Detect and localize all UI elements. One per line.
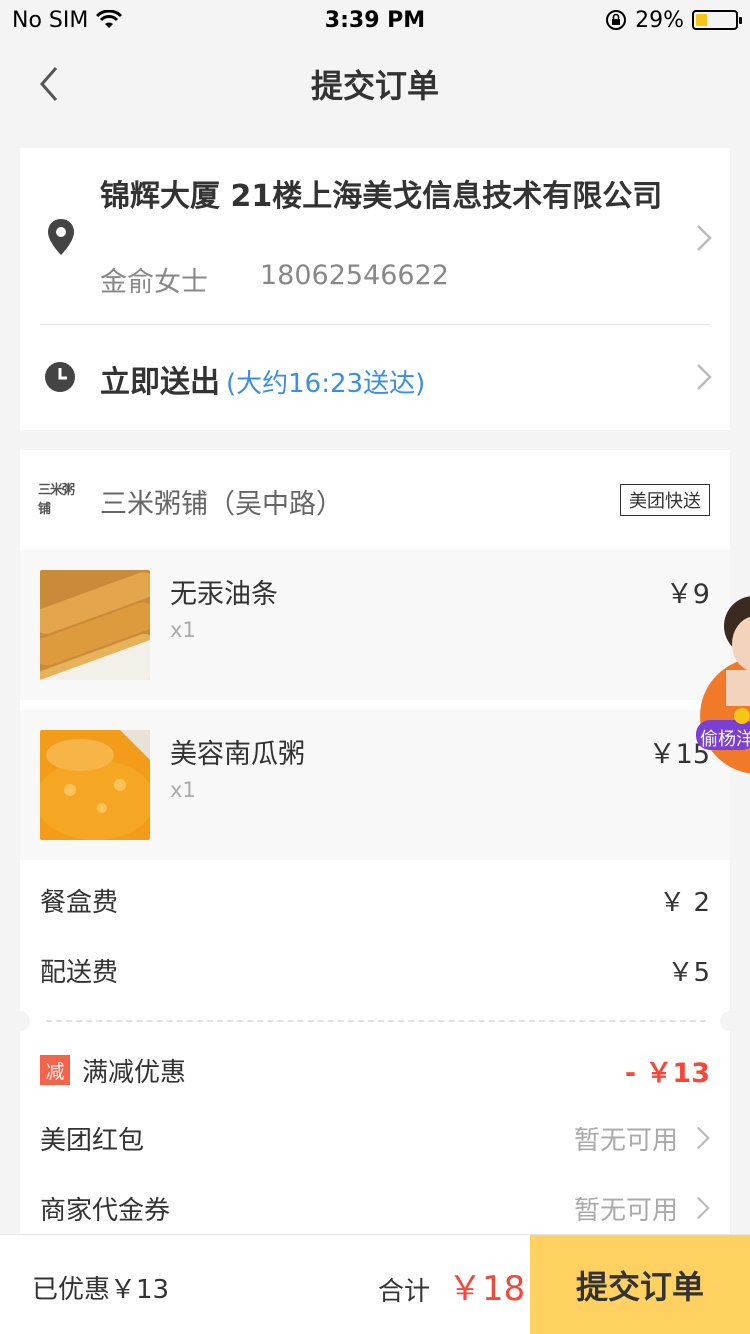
- item-image-pumpkin-porridge: [40, 730, 150, 840]
- fee-value: ￥5: [667, 957, 710, 988]
- item-qty: x1: [170, 778, 196, 802]
- shop-logo: 三米粥铺: [38, 483, 75, 517]
- status-right: 29%: [605, 7, 742, 33]
- carrier-label: No SIM: [12, 7, 89, 33]
- fee-row-box: 餐盒费 ￥ 2: [40, 880, 710, 920]
- back-icon[interactable]: [30, 62, 70, 106]
- delivery-badge: 美团快送: [620, 484, 710, 516]
- discount-left: 减 满减优惠: [40, 1052, 186, 1089]
- status-left: No SIM: [12, 7, 123, 33]
- chevron-right-icon: [697, 364, 712, 390]
- address-card: 锦辉大厦 21楼上海美戈信息技术有限公司 金俞女士 18062546622 立即…: [20, 148, 730, 430]
- red-packet-row[interactable]: 美团红包 暂无可用: [40, 1116, 710, 1160]
- rotation-lock-icon: [606, 10, 627, 30]
- battery-icon: [692, 10, 742, 30]
- fee-row-delivery: 配送费 ￥5: [40, 950, 710, 990]
- item-qty: x1: [170, 618, 196, 642]
- item-name: 美容南瓜粥: [170, 739, 305, 770]
- chevron-right-icon: [696, 1196, 710, 1220]
- shop-name: 三米粥铺（吴中路）: [100, 489, 343, 520]
- delivery-label: 立即送出: [100, 365, 220, 400]
- red-packet-status: 暂无可用: [574, 1120, 710, 1157]
- contact-name: 金俞女士: [100, 267, 208, 298]
- saved-amount: 已优惠￥13: [32, 1275, 170, 1305]
- chevron-right-icon: [697, 225, 712, 251]
- discount-value: - ￥13: [624, 1057, 710, 1089]
- delivery-eta: (大约16:23送达): [226, 369, 426, 399]
- discount-row: 减 满减优惠 - ￥13: [40, 1048, 710, 1092]
- red-packet-label: 美团红包: [40, 1125, 145, 1156]
- total-label: 合计: [378, 1277, 431, 1307]
- location-pin-icon: [48, 219, 74, 255]
- order-item: 无汞油条 x1 ￥9: [20, 550, 730, 700]
- contact-info: 金俞女士 18062546622: [100, 260, 449, 299]
- shop-header: 三米粥铺 三米粥铺（吴中路） 美团快送: [20, 450, 730, 550]
- nav-bar: 提交订单: [0, 40, 750, 128]
- voucher-value: 暂无可用: [573, 1195, 678, 1226]
- ticket-notch-left: [10, 1011, 30, 1031]
- wifi-icon: [96, 10, 123, 28]
- fee-value: ￥ 2: [659, 887, 710, 918]
- bottom-bar: 已优惠￥13 合计 ￥18 提交订单: [0, 1234, 750, 1334]
- chevron-right-icon: [696, 1126, 710, 1150]
- order-card: 三米粥铺 三米粥铺（吴中路） 美团快送 无汞油条 x1 ￥9 美容南瓜粥 x1 …: [10, 450, 740, 1234]
- page-title: 提交订单: [310, 67, 439, 105]
- fee-label: 餐盒费: [40, 887, 119, 918]
- voucher-label: 商家代金券: [40, 1195, 171, 1226]
- discount-label: 满减优惠: [82, 1057, 187, 1088]
- voucher-status: 暂无可用: [574, 1190, 710, 1227]
- ticket-notch-right: [720, 1011, 740, 1031]
- total: 合计 ￥18: [378, 1261, 525, 1310]
- battery-percent: 29%: [635, 7, 684, 33]
- delivery-time-row[interactable]: 立即送出 (大约16:23送达): [20, 325, 730, 430]
- status-bar: No SIM 3:39 PM 29%: [0, 0, 750, 40]
- fee-label: 配送费: [40, 957, 119, 988]
- item-image-youtiao: [40, 570, 150, 680]
- clock-icon: [45, 362, 75, 392]
- voucher-row[interactable]: 商家代金券 暂无可用: [40, 1186, 710, 1230]
- promo-text: 偷杨洋: [700, 729, 750, 750]
- dashed-divider: [46, 1020, 706, 1022]
- address-row[interactable]: 锦辉大厦 21楼上海美戈信息技术有限公司 金俞女士 18062546622: [20, 148, 730, 324]
- discount-icon: 减: [40, 1055, 70, 1085]
- contact-phone: 18062546622: [260, 260, 449, 291]
- submit-order-button[interactable]: 提交订单: [530, 1235, 750, 1334]
- floating-promo[interactable]: 偷杨洋: [696, 586, 750, 776]
- delivery-time: 立即送出 (大约16:23送达): [100, 357, 425, 401]
- item-name: 无汞油条: [170, 579, 278, 610]
- battery-fill: [696, 14, 708, 26]
- total-value: ￥18: [448, 1269, 526, 1309]
- red-packet-value: 暂无可用: [573, 1125, 678, 1156]
- address-text: 锦辉大厦 21楼上海美戈信息技术有限公司: [100, 179, 663, 214]
- order-item: 美容南瓜粥 x1 ￥15: [20, 710, 730, 860]
